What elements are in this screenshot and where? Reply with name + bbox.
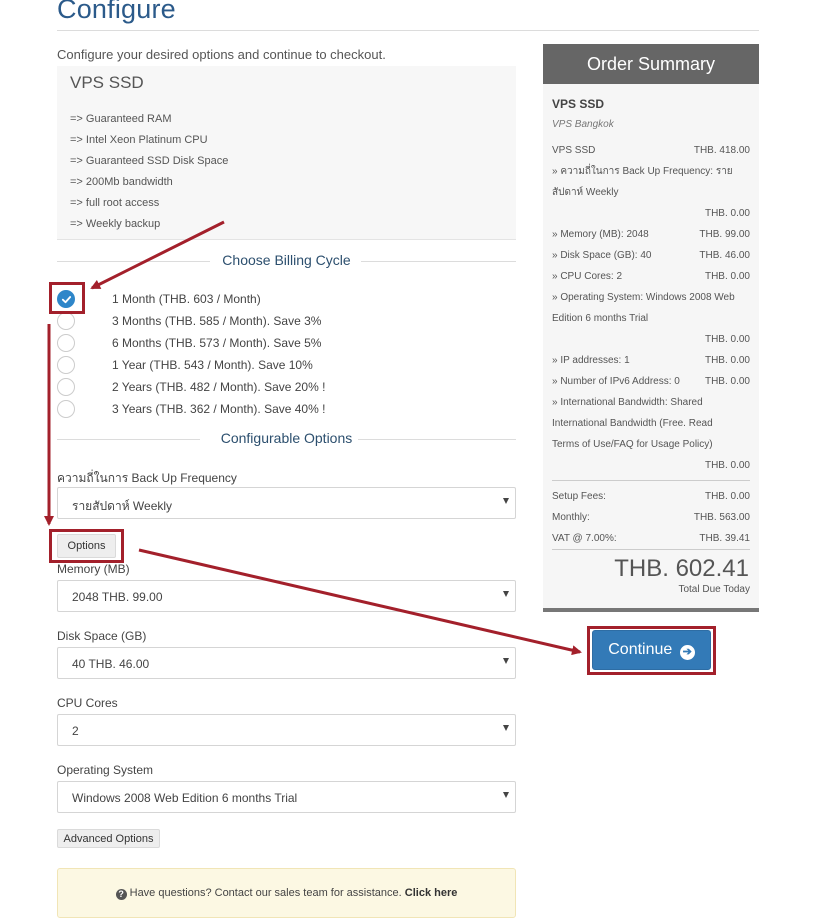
configurable-options-heading: Configurable Options (57, 429, 516, 449)
summary-bandwidth-price: THB. 0.00 (704, 460, 750, 471)
radio-icon[interactable] (57, 334, 75, 352)
summary-memory-price: THB. 99.00 (699, 229, 750, 240)
product-info-box: VPS SSD => Guaranteed RAM => Intel Xeon … (57, 66, 516, 240)
summary-product-group: VPS Bangkok (552, 119, 614, 130)
caret-down-icon (503, 792, 509, 798)
operating-system-value: Windows 2008 Web Edition 6 months Trial (72, 791, 298, 805)
summary-divider (552, 480, 750, 481)
radio-icon[interactable] (57, 378, 75, 396)
radio-icon[interactable] (57, 400, 75, 418)
billing-option-label: 1 Year (THB. 543 / Month). Save 10% (112, 358, 313, 372)
summary-total-due-label: Total Due Today (678, 584, 750, 595)
help-text: Have questions? Contact our sales team f… (129, 887, 402, 899)
billing-cycle-heading-text: Choose Billing Cycle (222, 252, 351, 268)
summary-divider (552, 549, 750, 550)
page-title: Configure (57, 0, 176, 24)
annotation-box-billing (49, 282, 85, 314)
billing-option-label: 1 Month (THB. 603 / Month) (112, 292, 261, 306)
billing-option-label: 2 Years (THB. 482 / Month). Save 20% ! (112, 380, 326, 394)
caret-down-icon (503, 658, 509, 664)
memory-label: Memory (MB) (57, 562, 130, 576)
caret-down-icon (503, 725, 509, 731)
backup-frequency-select[interactable]: รายสัปดาห์ Weekly (57, 487, 516, 519)
billing-option-label: 3 Years (THB. 362 / Month). Save 40% ! (112, 402, 326, 416)
summary-os-text: » Operating System: Windows 2008 Web Edi… (552, 292, 735, 324)
product-name: VPS SSD (70, 73, 144, 92)
title-divider (57, 30, 759, 31)
summary-product-name: VPS SSD (552, 97, 605, 111)
summary-base-label: VPS SSD (552, 145, 596, 156)
page-subtitle: Configure your desired options and conti… (57, 47, 386, 62)
summary-monthly-price: THB. 563.00 (693, 512, 750, 523)
summary-ip-price: THB. 0.00 (704, 355, 750, 366)
product-feature: => 200Mb bandwidth (70, 176, 173, 188)
summary-cpu-label: » CPU Cores: 2 (552, 271, 623, 282)
caret-down-icon (503, 498, 509, 504)
question-circle-icon: ? (115, 889, 127, 900)
annotation-box-continue (587, 626, 716, 675)
backup-frequency-value: รายสัปดาห์ Weekly (72, 499, 173, 513)
product-feature: => full root access (70, 197, 160, 209)
summary-os-price: THB. 0.00 (704, 334, 750, 345)
disk-space-value: 40 THB. 46.00 (72, 657, 150, 671)
summary-ipv6-price: THB. 0.00 (704, 376, 750, 387)
summary-cpu-price: THB. 0.00 (704, 271, 750, 282)
configurable-options-heading-text: Configurable Options (220, 430, 353, 446)
summary-bandwidth-text: » International Bandwidth: Shared Intern… (552, 397, 713, 450)
disk-space-label: Disk Space (GB) (57, 629, 147, 643)
radio-icon[interactable] (57, 312, 75, 330)
product-feature: => Weekly backup (70, 218, 161, 230)
summary-disk-price: THB. 46.00 (699, 250, 750, 261)
order-summary-title: Order Summary (543, 44, 759, 84)
summary-backup-price: THB. 0.00 (704, 208, 750, 219)
summary-vat-label: VAT @ 7.00%: (552, 533, 617, 544)
backup-frequency-label: ความถี่ในการ Back Up Frequency (57, 471, 237, 485)
radio-icon[interactable] (57, 356, 75, 374)
heading-line-right (358, 439, 516, 440)
summary-vat-price: THB. 39.41 (699, 533, 750, 544)
summary-setup-price: THB. 0.00 (704, 491, 750, 502)
advanced-options-button[interactable]: Advanced Options (57, 829, 160, 848)
summary-monthly-label: Monthly: (552, 512, 590, 523)
billing-option-label: 3 Months (THB. 585 / Month). Save 3% (112, 314, 322, 328)
memory-select[interactable]: 2048 THB. 99.00 (57, 580, 516, 612)
summary-disk-label: » Disk Space (GB): 40 (552, 250, 652, 261)
operating-system-select[interactable]: Windows 2008 Web Edition 6 months Trial (57, 781, 516, 813)
operating-system-label: Operating System (57, 763, 154, 777)
heading-line-right (361, 261, 516, 262)
summary-setup-label: Setup Fees: (552, 491, 606, 502)
product-feature: => Guaranteed SSD Disk Space (70, 155, 229, 167)
billing-cycle-heading: Choose Billing Cycle (57, 251, 516, 271)
caret-down-icon (503, 591, 509, 597)
summary-total-due: THB. 602.41 (614, 555, 749, 582)
annotation-box-options (49, 529, 124, 563)
summary-base-price: THB. 418.00 (693, 145, 750, 156)
summary-backup-text: » ความถี่ในการ Back Up Frequency: รายสัป… (552, 166, 733, 198)
memory-value: 2048 THB. 99.00 (72, 590, 163, 604)
cpu-cores-value: 2 (72, 724, 79, 738)
cpu-cores-label: CPU Cores (57, 696, 118, 710)
product-feature: => Guaranteed RAM (70, 113, 172, 125)
summary-ip-label: » IP addresses: 1 (552, 355, 630, 366)
sales-help-box: ? Have questions? Contact our sales team … (57, 868, 516, 918)
cpu-cores-select[interactable]: 2 (57, 714, 516, 746)
disk-space-select[interactable]: 40 THB. 46.00 (57, 647, 516, 679)
summary-memory-label: » Memory (MB): 2048 (552, 229, 649, 240)
billing-option-label: 6 Months (THB. 573 / Month). Save 5% (112, 336, 322, 350)
help-click-here-link[interactable]: Click here (405, 887, 458, 899)
product-feature: => Intel Xeon Platinum CPU (70, 134, 208, 146)
